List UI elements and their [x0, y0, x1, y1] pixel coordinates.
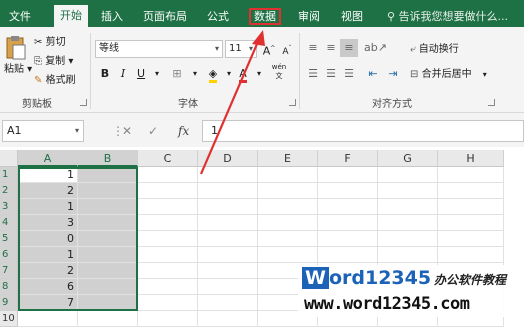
watermark-url: www.word12345.com [304, 294, 470, 314]
watermark-brand: Word12345 [302, 267, 431, 289]
watermark-tagline: 办公软件教程 [434, 273, 507, 287]
watermark: Word12345 办公软件教程 www.word12345.com [298, 265, 522, 317]
